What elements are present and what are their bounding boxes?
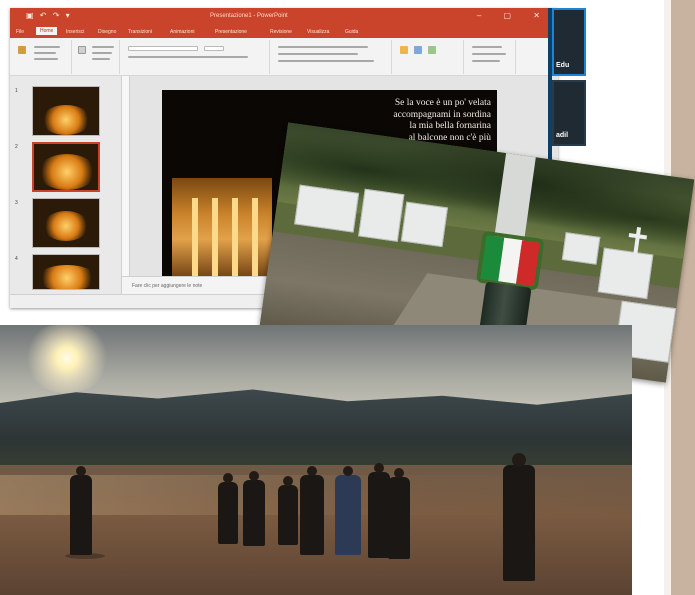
arrange-icon[interactable] bbox=[414, 46, 422, 54]
participant-name: Edu bbox=[556, 62, 570, 69]
person bbox=[278, 476, 298, 545]
person bbox=[368, 463, 390, 558]
slide-thumbnail-pane: 1 2 3 4 bbox=[10, 76, 122, 294]
vertical-ruler bbox=[122, 76, 130, 276]
person bbox=[503, 453, 535, 581]
window-controls[interactable]: – ▢ ✕ bbox=[477, 11, 550, 20]
paragraph-group bbox=[272, 40, 392, 74]
person bbox=[243, 471, 265, 546]
hillside-group-photo bbox=[0, 325, 632, 595]
slides-group bbox=[74, 40, 120, 74]
tab-transitions[interactable]: Transizioni bbox=[128, 29, 152, 35]
thumb-number: 2 bbox=[15, 144, 18, 150]
poem-line: Se la voce è un po' velata bbox=[394, 98, 491, 108]
person bbox=[300, 466, 324, 555]
thumb-number: 1 bbox=[15, 88, 18, 94]
tab-view[interactable]: Visualizza bbox=[307, 29, 329, 35]
tab-help[interactable]: Guida bbox=[345, 29, 358, 35]
window-title: Presentazione1 - PowerPoint bbox=[210, 13, 288, 19]
person bbox=[335, 466, 361, 555]
tomb bbox=[294, 184, 360, 233]
quick-styles-icon[interactable] bbox=[428, 46, 436, 54]
thumb-number: 4 bbox=[15, 256, 18, 262]
person bbox=[218, 473, 238, 544]
person bbox=[70, 466, 92, 555]
tab-slideshow[interactable]: Presentazione bbox=[215, 29, 247, 35]
notes-placeholder: Fare clic per aggiungere le note bbox=[132, 283, 203, 289]
participant-tile[interactable]: Edu bbox=[552, 8, 586, 76]
thumb-number: 3 bbox=[15, 200, 18, 206]
quick-access-toolbar[interactable]: ▣ ↶ ↷ ▾ bbox=[26, 11, 72, 20]
drawing-group bbox=[394, 40, 464, 74]
participant-name: adil bbox=[556, 132, 569, 139]
font-group bbox=[122, 40, 270, 74]
poem-line: accompagnami in sordina bbox=[393, 109, 491, 120]
slide-thumbnail[interactable] bbox=[32, 86, 100, 136]
tomb bbox=[358, 188, 405, 242]
editing-group bbox=[466, 40, 516, 74]
tab-insert[interactable]: Inserisci bbox=[66, 29, 84, 35]
shapes-icon[interactable] bbox=[400, 46, 408, 54]
person bbox=[388, 468, 410, 559]
tomb bbox=[561, 232, 601, 265]
tab-animations[interactable]: Animazioni bbox=[170, 29, 194, 35]
tab-file[interactable]: File bbox=[16, 29, 24, 35]
new-slide-icon[interactable] bbox=[78, 46, 86, 54]
tomb bbox=[400, 201, 448, 248]
slide-thumbnail[interactable] bbox=[32, 254, 100, 290]
clipboard-group bbox=[12, 40, 72, 74]
ribbon bbox=[10, 38, 558, 76]
slide-thumbnail-selected[interactable] bbox=[32, 142, 100, 192]
tab-home[interactable]: Home bbox=[36, 27, 58, 35]
title-bar: ▣ ↶ ↷ ▾ Presentazione1 - PowerPoint – ▢ … bbox=[10, 8, 558, 26]
poem-line: la mia bella fornarina bbox=[409, 121, 491, 131]
tab-draw[interactable]: Disegno bbox=[98, 29, 116, 35]
sun-glare bbox=[22, 325, 112, 393]
tab-review[interactable]: Revisione bbox=[270, 29, 292, 35]
ribbon-tabs: File Home Inserisci Disegno Transizioni … bbox=[10, 26, 558, 38]
participant-tile[interactable]: adil bbox=[552, 80, 586, 146]
slide-thumbnail[interactable] bbox=[32, 198, 100, 248]
tomb bbox=[597, 247, 654, 300]
paste-icon[interactable] bbox=[18, 46, 26, 54]
